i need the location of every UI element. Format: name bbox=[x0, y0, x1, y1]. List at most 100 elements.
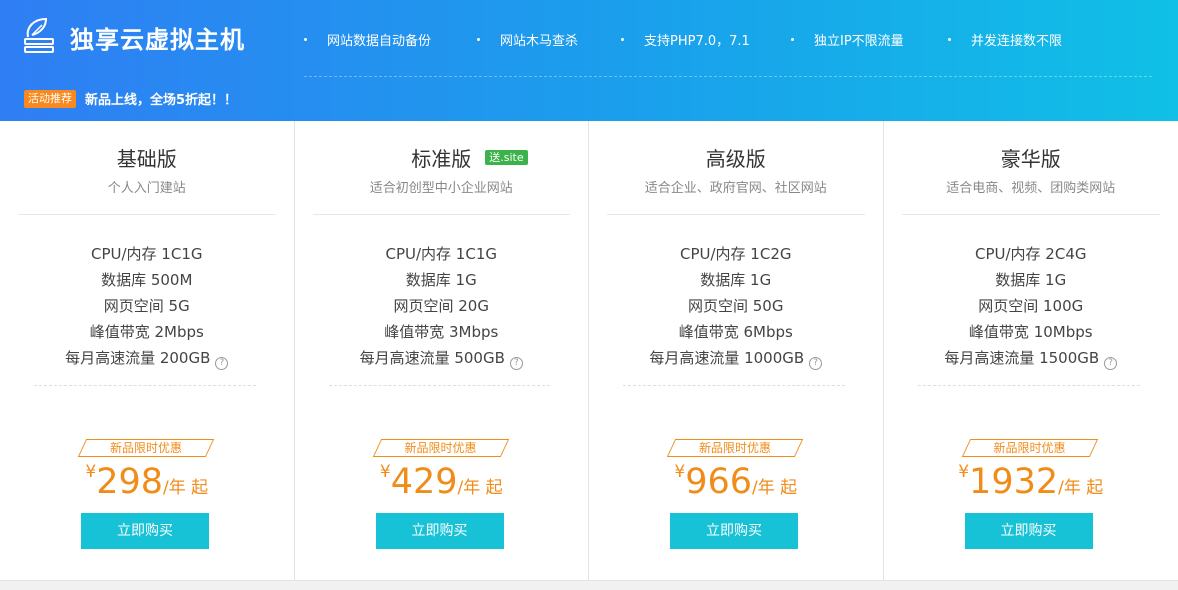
plan-price: ¥966/年 起 bbox=[589, 461, 883, 503]
bullet-icon bbox=[791, 37, 794, 41]
header-divider bbox=[304, 76, 1152, 77]
question-circle-icon[interactable]: ? bbox=[809, 357, 823, 370]
price-unit: /年 起 bbox=[752, 478, 798, 498]
promo-badge: 新品限时优惠 bbox=[372, 439, 509, 457]
spec-traffic: 每月高速流量 500GB? bbox=[295, 345, 589, 371]
price-value: 1932 bbox=[969, 462, 1059, 502]
promo-badge-text: 新品限时优惠 bbox=[698, 441, 771, 455]
spec-web-space: 网页空间 20G bbox=[393, 297, 489, 315]
feature-item: 并发连接数不限 bbox=[948, 30, 1088, 49]
plan-card-standard: 标准版 送.site 适合初创型中小企业网站 CPU/内存 1C1G 数据库 1G… bbox=[295, 121, 589, 580]
question-circle-icon[interactable]: ? bbox=[215, 357, 229, 370]
promo-badge-text: 新品限时优惠 bbox=[404, 441, 477, 455]
gift-badge: 送.site bbox=[485, 150, 528, 165]
plan-description: 适合电商、视频、团购类网站 bbox=[946, 181, 1116, 196]
spec-web-space: 网页空间 100G bbox=[978, 297, 1084, 315]
feature-label: 独立IP不限流量 bbox=[814, 33, 904, 49]
feature-label: 网站木马查杀 bbox=[500, 33, 579, 49]
spec-traffic-text: 每月高速流量 1500GB bbox=[944, 349, 1100, 367]
promo-badge-text: 新品限时优惠 bbox=[993, 441, 1066, 455]
spec-traffic-text: 每月高速流量 500GB bbox=[359, 349, 505, 367]
price-unit: /年 起 bbox=[163, 478, 209, 498]
feature-item: 网站数据自动备份 bbox=[304, 30, 477, 49]
plan-name: 高级版 bbox=[706, 147, 766, 171]
plan-card-advanced: 高级版 适合企业、政府官网、社区网站 CPU/内存 1C2G 数据库 1G 网页… bbox=[589, 121, 884, 580]
plan-name-text: 标准版 bbox=[411, 147, 472, 171]
bullet-icon bbox=[948, 37, 951, 41]
buy-button[interactable]: 立即购买 bbox=[670, 513, 798, 549]
price-unit: /年 起 bbox=[457, 478, 503, 498]
price-unit: /年 起 bbox=[1058, 478, 1104, 498]
plan-description: 个人入门建站 bbox=[107, 181, 186, 196]
plan-header: 高级版 适合企业、政府官网、社区网站 bbox=[607, 121, 865, 215]
spec-database: 数据库 1G bbox=[700, 271, 772, 289]
currency-symbol: ¥ bbox=[674, 462, 686, 482]
plan-price: ¥1932/年 起 bbox=[884, 461, 1178, 503]
bullet-icon bbox=[304, 37, 307, 41]
plan-name-text: 基础版 bbox=[116, 147, 177, 171]
brand: 独享云虚拟主机 bbox=[22, 14, 245, 60]
plan-specs: CPU/内存 1C2G 数据库 1G 网页空间 50G 峰值带宽 6Mbps 每… bbox=[589, 241, 883, 371]
specs-divider bbox=[34, 385, 256, 386]
feature-label: 支持PHP7.0，7.1 bbox=[644, 33, 750, 49]
promo-badge: 新品限时优惠 bbox=[961, 439, 1098, 457]
plan-name: 豪华版 bbox=[1001, 147, 1061, 171]
bullet-icon bbox=[621, 37, 624, 41]
plan-name-text: 豪华版 bbox=[1000, 147, 1061, 171]
price-value: 429 bbox=[390, 462, 458, 502]
feature-item: 独立IP不限流量 bbox=[791, 30, 948, 49]
spec-bandwidth: 峰值带宽 10Mbps bbox=[968, 323, 1093, 341]
plan-header: 基础版 个人入门建站 bbox=[18, 121, 276, 215]
page-title: 独享云虚拟主机 bbox=[70, 25, 245, 54]
feature-list: 网站数据自动备份 网站木马查杀 支持PHP7.0，7.1 独立IP不限流量 并发… bbox=[304, 29, 1088, 49]
feature-label: 网站数据自动备份 bbox=[327, 33, 432, 49]
feature-item: 网站木马查杀 bbox=[477, 30, 621, 49]
promo-banner: 活动推荐 新品上线，全场5折起！！ bbox=[24, 89, 237, 108]
spec-cpu-memory: CPU/内存 1C1G bbox=[90, 245, 203, 263]
plan-price: ¥298/年 起 bbox=[0, 461, 294, 503]
spec-web-space: 网页空间 5G bbox=[103, 297, 190, 315]
spec-database: 数据库 500M bbox=[101, 271, 193, 289]
promo-badge: 新品限时优惠 bbox=[666, 439, 804, 457]
spec-traffic: 每月高速流量 1500GB? bbox=[884, 345, 1178, 371]
buy-button[interactable]: 立即购买 bbox=[964, 513, 1093, 549]
currency-symbol: ¥ bbox=[379, 462, 391, 482]
plan-header: 豪华版 适合电商、视频、团购类网站 bbox=[901, 121, 1160, 215]
currency-symbol: ¥ bbox=[958, 462, 970, 482]
bottom-bar bbox=[0, 580, 1178, 590]
promo-badge-text: 新品限时优惠 bbox=[109, 441, 182, 455]
leaf-server-icon bbox=[24, 17, 54, 53]
promo-tag: 活动推荐 bbox=[24, 89, 76, 108]
plan-description: 适合初创型中小企业网站 bbox=[369, 181, 513, 196]
plan-card-luxury: 豪华版 适合电商、视频、团购类网站 CPU/内存 2C4G 数据库 1G 网页空… bbox=[884, 121, 1178, 580]
specs-divider bbox=[623, 385, 845, 386]
spec-database: 数据库 1G bbox=[995, 271, 1067, 289]
question-circle-icon[interactable]: ? bbox=[1104, 357, 1118, 370]
feature-item: 支持PHP7.0，7.1 bbox=[621, 30, 791, 49]
plan-specs: CPU/内存 2C4G 数据库 1G 网页空间 100G 峰值带宽 10Mbps… bbox=[884, 241, 1178, 371]
spec-database: 数据库 1G bbox=[405, 271, 477, 289]
specs-divider bbox=[328, 385, 550, 386]
spec-bandwidth: 峰值带宽 3Mbps bbox=[384, 323, 499, 341]
spec-bandwidth: 峰值带宽 2Mbps bbox=[89, 323, 204, 341]
price-value: 298 bbox=[96, 462, 163, 502]
plan-card-basic: 基础版 个人入门建站 CPU/内存 1C1G 数据库 500M 网页空间 5G … bbox=[0, 121, 295, 580]
spec-cpu-memory: CPU/内存 1C1G bbox=[385, 245, 497, 263]
promo-text: 新品上线，全场5折起！！ bbox=[85, 93, 238, 108]
spec-traffic: 每月高速流量 1000GB? bbox=[589, 345, 883, 371]
buy-button[interactable]: 立即购买 bbox=[81, 513, 209, 549]
price-value: 966 bbox=[685, 462, 752, 502]
currency-symbol: ¥ bbox=[85, 462, 97, 482]
spec-web-space: 网页空间 50G bbox=[688, 297, 784, 315]
plan-specs: CPU/内存 1C1G 数据库 1G 网页空间 20G 峰值带宽 3Mbps 每… bbox=[295, 241, 589, 371]
feature-label: 并发连接数不限 bbox=[971, 33, 1063, 49]
plan-header: 标准版 送.site 适合初创型中小企业网站 bbox=[312, 121, 570, 215]
header-banner: 独享云虚拟主机 网站数据自动备份 网站木马查杀 支持PHP7.0，7.1 独立I… bbox=[0, 0, 1178, 121]
promo-badge: 新品限时优惠 bbox=[77, 439, 215, 457]
specs-divider bbox=[917, 385, 1140, 386]
plan-name-text: 高级版 bbox=[705, 147, 766, 171]
spec-cpu-memory: CPU/内存 1C2G bbox=[679, 245, 792, 263]
bullet-icon bbox=[477, 37, 480, 41]
question-circle-icon[interactable]: ? bbox=[509, 357, 523, 370]
buy-button[interactable]: 立即购买 bbox=[375, 513, 504, 549]
